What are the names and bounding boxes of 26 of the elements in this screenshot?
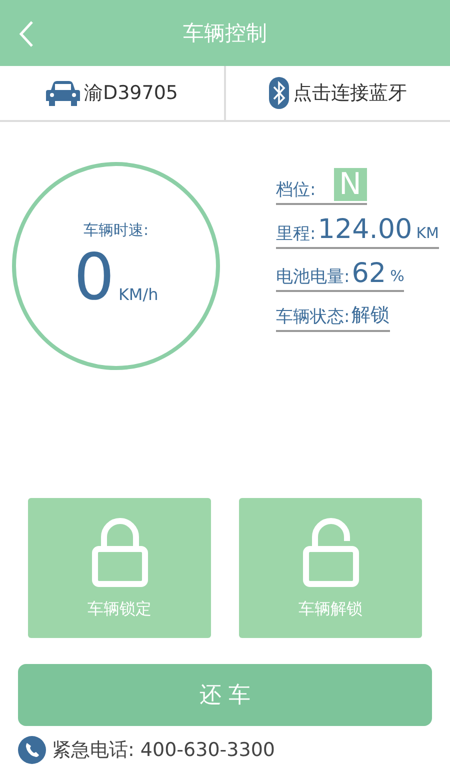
emergency-label: 紧急电话: bbox=[52, 738, 134, 763]
padlock-icon bbox=[90, 516, 150, 586]
stat-value: 124.00 bbox=[318, 215, 412, 245]
bluetooth-icon[interactable] bbox=[269, 77, 289, 109]
stat-label: 电池电量: bbox=[276, 266, 350, 288]
speed-value: 0 bbox=[74, 246, 114, 310]
return-car-button[interactable]: 还 车 bbox=[18, 664, 432, 726]
speed-label: 车辆时速: bbox=[83, 221, 149, 240]
lock-button[interactable]: 车辆锁定 bbox=[28, 498, 211, 638]
car-icon bbox=[46, 80, 80, 106]
stat-value: 62 bbox=[352, 258, 386, 288]
page-title: 车辆控制 bbox=[183, 20, 267, 47]
stat-label: 车辆状态: bbox=[276, 306, 350, 328]
plate-number: 渝D39705 bbox=[84, 81, 178, 106]
emergency-number[interactable]: 400-630-3300 bbox=[140, 739, 276, 761]
stat-unit: % bbox=[390, 267, 404, 286]
stat-value: 解锁 bbox=[352, 303, 390, 328]
stat-label: 里程: bbox=[276, 222, 316, 245]
bluetooth-connect-link[interactable]: 点击连接蓝牙 bbox=[293, 80, 407, 106]
gear-badge: N bbox=[334, 168, 367, 201]
unlock-button[interactable]: 车辆解锁 bbox=[239, 498, 422, 638]
open-padlock-icon bbox=[300, 516, 360, 586]
phone-icon bbox=[18, 736, 46, 764]
stat-unit: KM bbox=[416, 224, 439, 242]
speed-unit: KM/h bbox=[118, 285, 158, 304]
stat-label: 档位: bbox=[276, 179, 316, 201]
